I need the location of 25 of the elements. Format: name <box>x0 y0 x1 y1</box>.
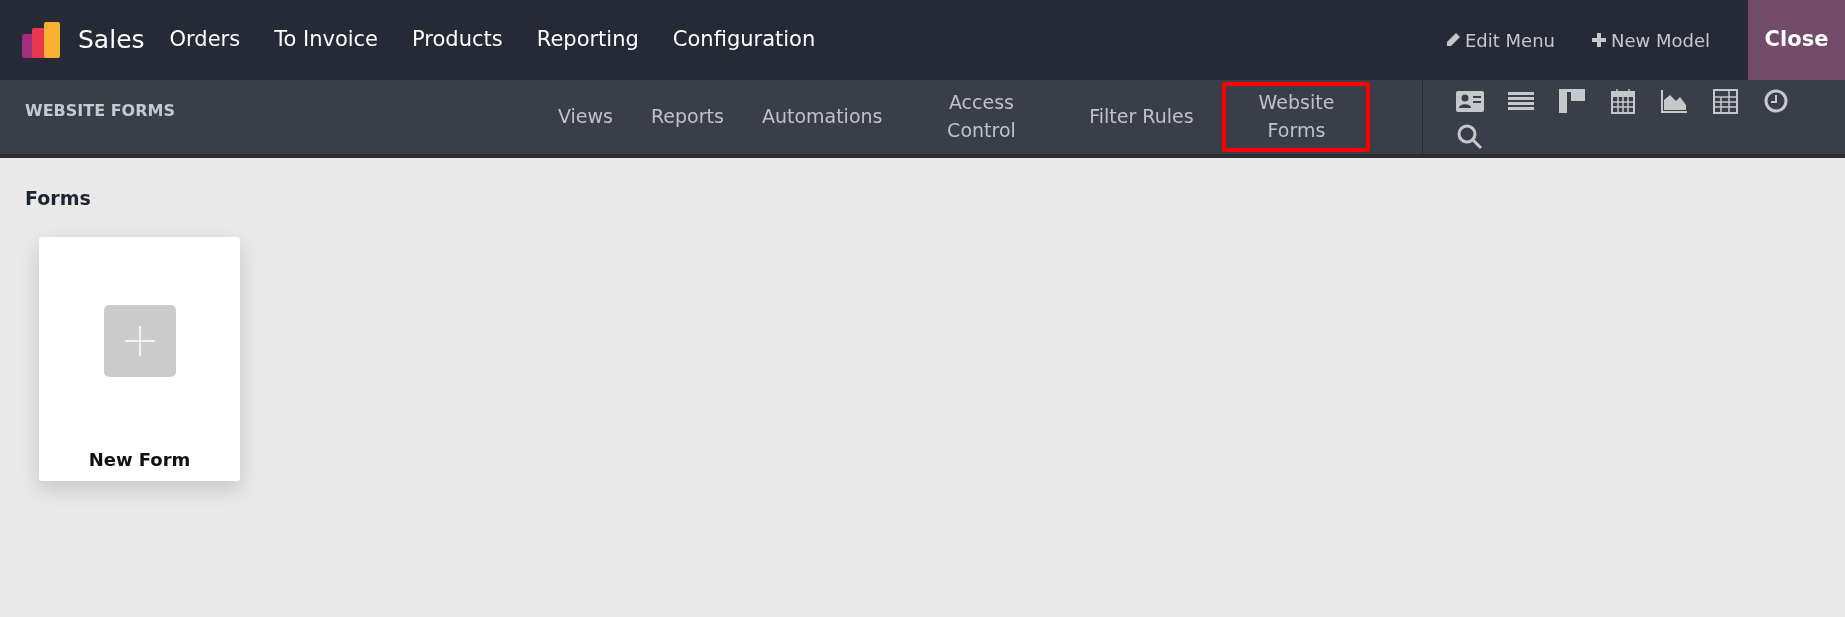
menu-item[interactable]: Reporting <box>519 24 656 56</box>
plus-icon <box>1590 32 1607 48</box>
action-button[interactable]: Edit Menu <box>1430 26 1569 54</box>
plus-icon <box>103 305 176 377</box>
pencil-icon <box>1444 32 1461 48</box>
card-label: New Form <box>88 447 191 472</box>
menu-item[interactable]: To Invoice <box>257 24 396 56</box>
menu-item[interactable]: Configuration <box>655 24 833 56</box>
view-title: WEBSITE FORMS <box>24 100 176 122</box>
editor-tab[interactable]: Views <box>540 97 631 137</box>
menu-item[interactable]: Products <box>395 24 520 56</box>
action-button[interactable]: New Model <box>1576 26 1724 54</box>
app-name: Sales <box>78 24 145 57</box>
section-title: Forms <box>25 186 92 211</box>
menu-item[interactable]: Orders <box>152 24 258 56</box>
editor-tab[interactable]: Filter Rules <box>1062 97 1221 137</box>
close-button[interactable]: Close <box>1748 0 1845 80</box>
kanban-icon[interactable] <box>1557 86 1588 116</box>
editor-tab[interactable]: Reports <box>633 97 742 137</box>
new-form-card[interactable]: New Form <box>39 236 240 481</box>
app-logo-icon <box>22 22 62 58</box>
editor-tab[interactable]: Access Control <box>902 83 1061 151</box>
table-grid-icon[interactable] <box>1710 86 1741 116</box>
editor-tab[interactable]: Automations <box>743 97 901 137</box>
editor-tab[interactable]: Website Forms <box>1222 82 1371 152</box>
